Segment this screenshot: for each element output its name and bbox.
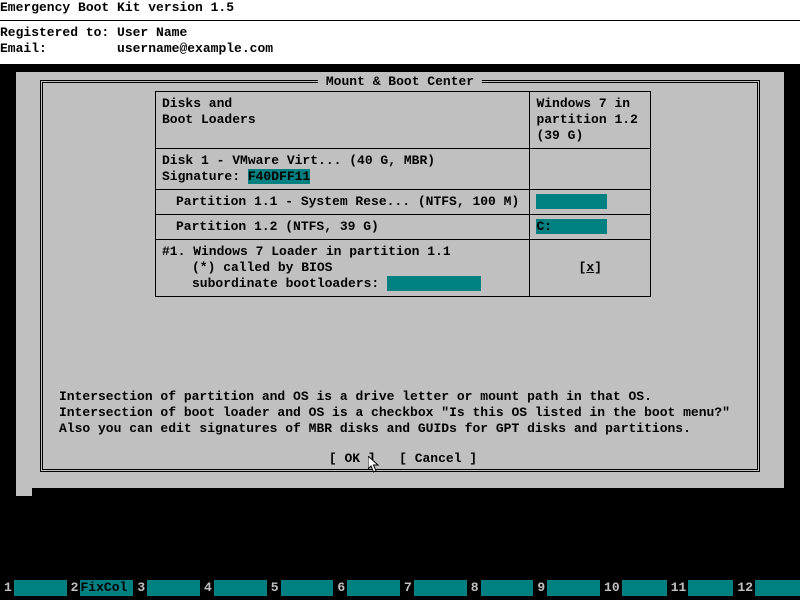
partition-1-2: Partition 1.2 (NTFS, 39 G) [156,215,530,239]
fkey-num: 1 [0,580,14,596]
fkey-label [622,580,667,596]
fkey-num: 10 [600,580,622,596]
fkey-num: 7 [400,580,414,596]
fkey-num: 8 [467,580,481,596]
col-os-header: Windows 7 in partition 1.2 (39 G) [530,92,650,148]
signature-line: Signature: F40DFF11 [162,169,523,185]
fkey-9[interactable]: 9 [533,580,600,596]
fkey-label [755,580,800,596]
divider [0,20,800,21]
reg-value: User Name [117,25,187,40]
dialog-title: Mount & Boot Center [318,74,482,90]
fkey-label [14,580,67,596]
loader-row: #1. Windows 7 Loader in partition 1.1 (*… [156,240,650,296]
loader-checkbox-cell[interactable]: [x] [530,240,650,296]
dialog-window: Mount & Boot Center Disks and Boot Loade… [16,72,784,496]
fkey-num: 12 [733,580,755,596]
disk-grid: Disks and Boot Loaders Windows 7 in part… [155,91,651,297]
cancel-button[interactable]: [ Cancel ] [399,451,477,466]
help-line-3: Also you can edit signatures of MBR disk… [59,421,747,437]
sig-label: Signature: [162,169,248,184]
fkey-label [688,580,733,596]
fkey-bar: 1 2FixCol3 4 5 6 7 8 9 10 11 12 [0,580,800,596]
fkey-num: 5 [267,580,281,596]
partition-1-1: Partition 1.1 - System Rese... (NTFS, 10… [156,190,530,214]
fkey-label [347,580,400,596]
mouse-cursor-icon [368,456,380,474]
fkey-num: 3 [133,580,147,596]
fkey-1[interactable]: 1 [0,580,67,596]
disk-line: Disk 1 - VMware Virt... (40 G, MBR) [162,153,523,169]
fkey-num: 9 [533,580,547,596]
fkey-4[interactable]: 4 [200,580,267,596]
fkey-num: 2 [67,580,81,596]
sig-value[interactable]: F40DFF11 [248,169,310,184]
fkey-3[interactable]: 3 [133,580,200,596]
disk-cell: Disk 1 - VMware Virt... (40 G, MBR) Sign… [156,149,530,189]
fkey-8[interactable]: 8 [467,580,534,596]
fkey-11[interactable]: 11 [667,580,734,596]
fkey-5[interactable]: 5 [267,580,334,596]
fkey-12[interactable]: 12 [733,580,800,596]
loader-cell: #1. Windows 7 Loader in partition 1.1 (*… [156,240,530,296]
col-disks-header: Disks and Boot Loaders [156,92,530,148]
dialog-frame: Mount & Boot Center Disks and Boot Loade… [40,80,760,472]
fkey-7[interactable]: 7 [400,580,467,596]
dialog-shadow-bottom [32,488,800,504]
help-text: Intersection of partition and OS is a dr… [59,389,747,437]
email-label: Email: [0,41,47,56]
reg-label: Registered to: [0,25,109,40]
loader-line-2: (*) called by BIOS [162,260,523,276]
header-bar: Emergency Boot Kit version 1.5 Registere… [0,0,800,64]
subordinate-block[interactable] [387,276,481,291]
fkey-num: 11 [667,580,689,596]
disk-os-cell [530,149,650,189]
button-row: [ OK ] [ Cancel ] [43,451,763,467]
fkey-num: 4 [200,580,214,596]
grid-header-row: Disks and Boot Loaders Windows 7 in part… [156,92,650,149]
email-line: Email: username@example.com [0,41,800,57]
fkey-6[interactable]: 6 [333,580,400,596]
help-line-2: Intersection of boot loader and OS is a … [59,405,747,421]
fkey-10[interactable]: 10 [600,580,667,596]
fkey-2[interactable]: 2FixCol [67,580,134,596]
fkey-label [281,580,334,596]
fkey-label [147,580,200,596]
fkey-num: 6 [333,580,347,596]
fkey-label [547,580,600,596]
fkey-label [414,580,467,596]
partition-1-1-os[interactable] [530,190,650,214]
partition-1-2-os[interactable]: C: [530,215,650,239]
loader-line-3: subordinate bootloaders: [162,276,523,292]
partition-row-2[interactable]: Partition 1.2 (NTFS, 39 G) C: [156,215,650,240]
help-line-1: Intersection of partition and OS is a dr… [59,389,747,405]
disk-row: Disk 1 - VMware Virt... (40 G, MBR) Sign… [156,149,650,190]
fkey-label: FixCol [80,580,133,596]
loader-line-1: #1. Windows 7 Loader in partition 1.1 [162,244,523,260]
dialog-shadow-right [784,88,800,504]
fkey-label [214,580,267,596]
registration-line: Registered to: User Name [0,25,800,41]
partition-row-1[interactable]: Partition 1.1 - System Rese... (NTFS, 10… [156,190,650,215]
email-value: username@example.com [117,41,273,56]
app-title: Emergency Boot Kit version 1.5 [0,0,800,16]
loader-checkbox-x: x [586,260,594,275]
fkey-label [481,580,534,596]
